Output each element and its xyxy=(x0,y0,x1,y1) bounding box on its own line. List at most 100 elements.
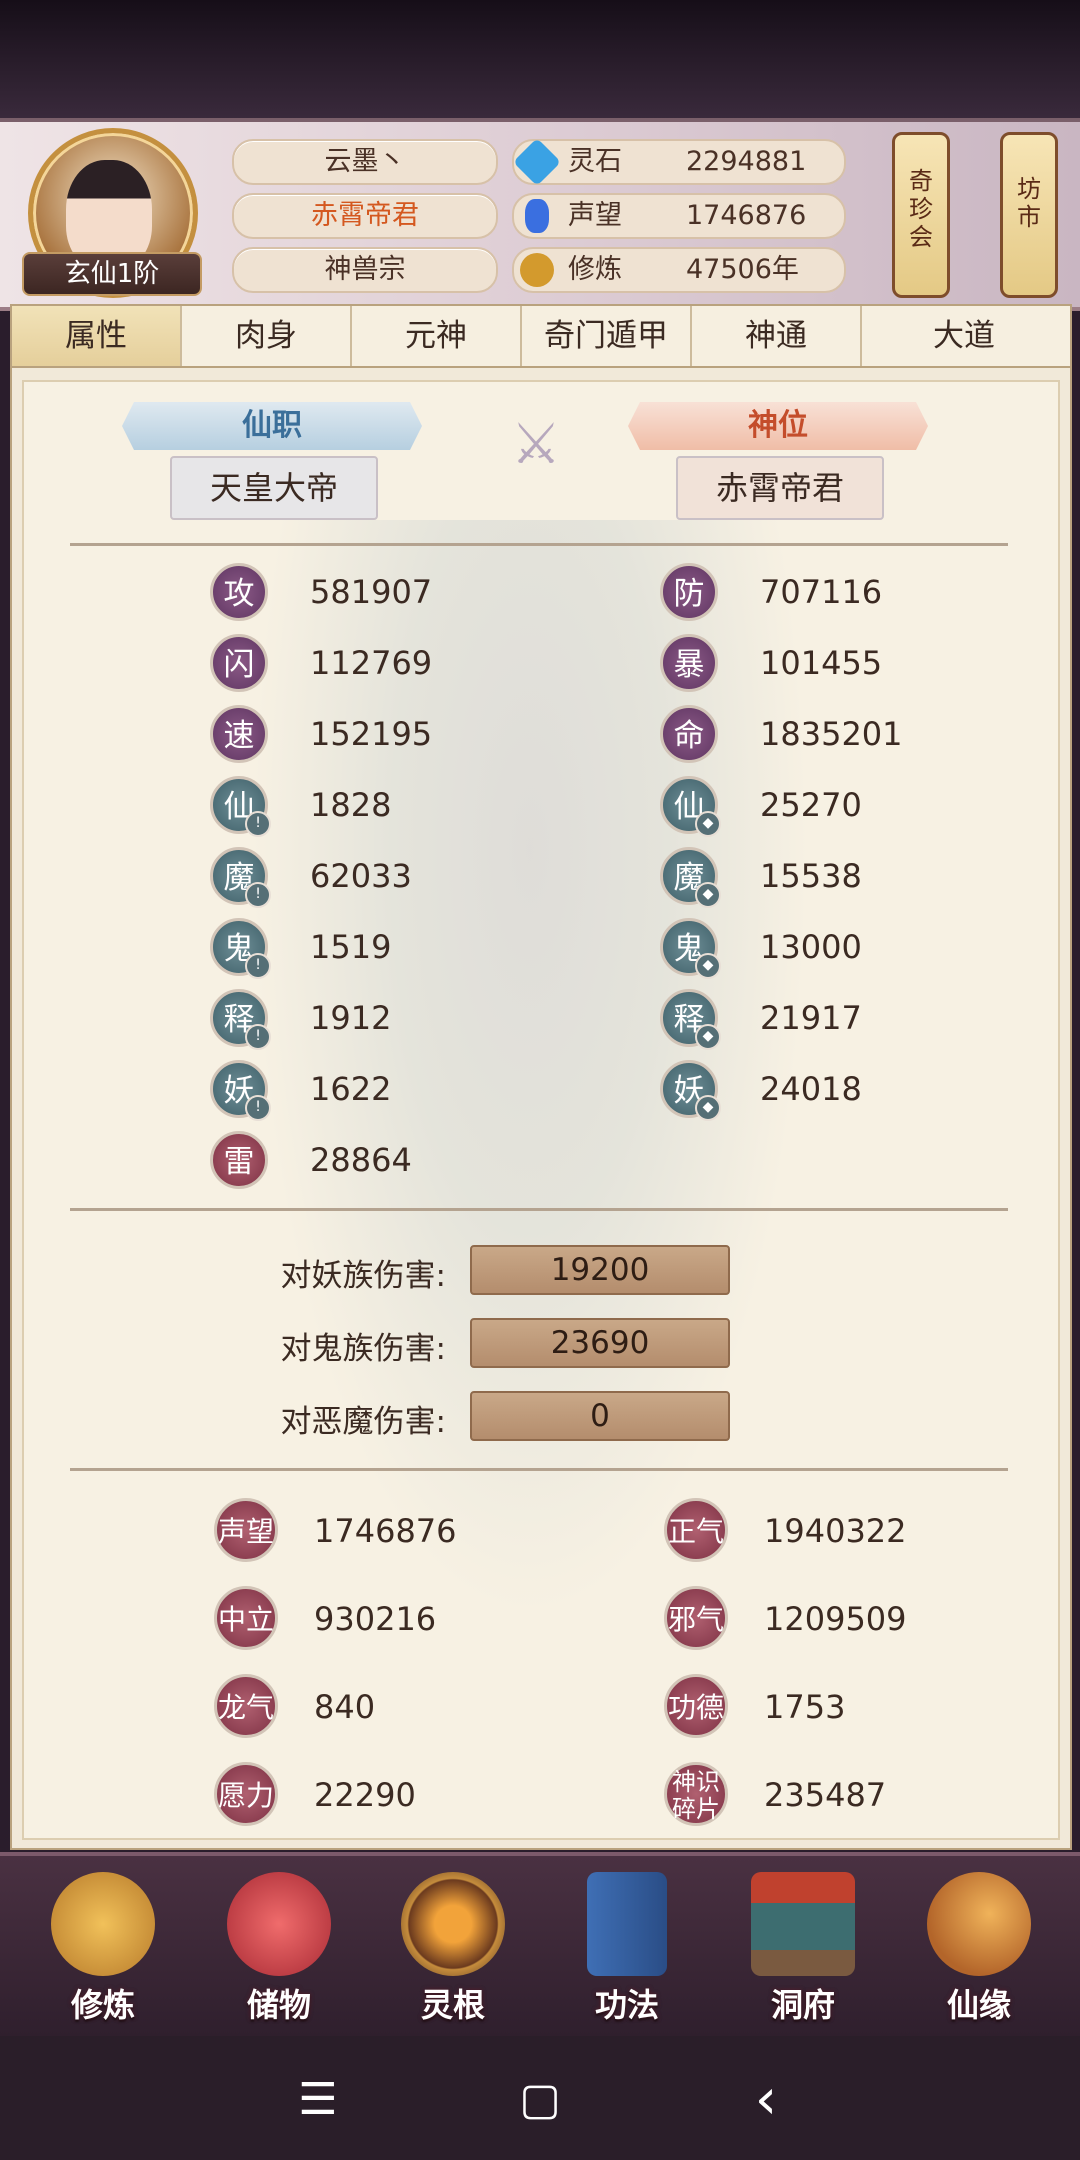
storage-bag-icon xyxy=(227,1872,331,1976)
stat-value: 1622 xyxy=(310,1070,392,1108)
tab-soul[interactable]: 元神 xyxy=(352,306,522,366)
attack-mark-icon: ! xyxy=(245,953,271,979)
neutral-badge: 中立 xyxy=(214,1586,278,1650)
stat-health-icon: 命 xyxy=(660,705,718,763)
merit-badge: 功德 xyxy=(664,1674,728,1738)
stat-row: 鬼! 1519 xyxy=(210,918,570,979)
stat-value: 21917 xyxy=(760,999,862,1037)
damage-label-ghost: 对鬼族伤害: xyxy=(280,1331,446,1367)
divider xyxy=(70,1468,1008,1471)
player-name: 云墨丶 xyxy=(232,139,498,185)
stat-value: 62033 xyxy=(310,857,412,895)
stat-value: 24018 xyxy=(760,1070,862,1108)
stat-attack-icon: 攻 xyxy=(210,563,268,621)
neutral-value: 930216 xyxy=(314,1600,437,1638)
reputation-badge: 声望 xyxy=(214,1498,278,1562)
damage-value-monster: 19200 xyxy=(470,1245,730,1295)
back-icon[interactable]: ‹ xyxy=(736,2070,796,2130)
stat-speed-icon: 速 xyxy=(210,705,268,763)
spirit-fragment-value: 235487 xyxy=(764,1776,887,1814)
stat-row: 释 ◆ 21917 xyxy=(660,989,1020,1050)
spirit-stone-icon xyxy=(512,137,562,187)
stat-row: 暴 101455 xyxy=(660,634,1020,692)
nav-cultivate[interactable]: 修炼 xyxy=(28,1872,178,2032)
crossed-swords-icon: ⚔ xyxy=(510,412,562,477)
reputation-row: 邪气 1209509 xyxy=(664,1586,1024,1652)
nav-storage[interactable]: 储物 xyxy=(204,1872,354,2032)
nav-label: 洞府 xyxy=(770,1986,835,2024)
wish-power-badge: 愿力 xyxy=(214,1762,278,1826)
scripture-book-icon xyxy=(587,1872,667,1976)
reputation-row: 中立 930216 xyxy=(214,1586,574,1652)
reputation-value: 1746876 xyxy=(314,1512,457,1550)
resource-reputation: 声望 1746876 xyxy=(512,193,846,239)
gourd-icon xyxy=(927,1872,1031,1976)
stat-value: 15538 xyxy=(760,857,862,895)
shield-icon: ◆ xyxy=(695,1024,721,1050)
player-sect: 神兽宗 xyxy=(232,247,498,293)
resource-value: 1746876 xyxy=(686,200,807,231)
wish-power-value: 22290 xyxy=(314,1776,416,1814)
status-bar xyxy=(0,0,1080,120)
nav-spirit-root[interactable]: 灵根 xyxy=(378,1872,528,2032)
attack-mark-icon: ! xyxy=(245,882,271,908)
stat-ghost-attack-icon: 鬼! xyxy=(210,918,271,979)
shenwei-value: 赤霄帝君 xyxy=(676,456,884,520)
damage-value-ghost: 23690 xyxy=(470,1318,730,1368)
rank-badge: 玄仙1阶 xyxy=(22,252,202,296)
reputation-row: 正气 1940322 xyxy=(664,1498,1024,1564)
dragon-qi-badge: 龙气 xyxy=(214,1674,278,1738)
stat-row: 鬼 ◆ 13000 xyxy=(660,918,1020,979)
cave-residence-icon xyxy=(751,1872,855,1976)
stat-demon-attack-icon: 魔! xyxy=(210,847,271,908)
stat-row: 妖 ◆ 24018 xyxy=(660,1060,1020,1121)
merit-value: 1753 xyxy=(764,1688,846,1726)
shield-icon: ◆ xyxy=(695,953,721,979)
reputation-row: 龙气 840 xyxy=(214,1674,574,1740)
treasure-pavilion-button[interactable]: 奇 珍 会 xyxy=(892,132,950,298)
shield-icon: ◆ xyxy=(695,882,721,908)
stat-value: 581907 xyxy=(310,573,433,611)
home-icon[interactable]: ▢ xyxy=(510,2070,570,2130)
tab-body[interactable]: 肉身 xyxy=(182,306,352,366)
nav-fate[interactable]: 仙缘 xyxy=(904,1872,1054,2032)
tab-divine-powers[interactable]: 神通 xyxy=(692,306,862,366)
stat-row: 攻 581907 xyxy=(210,563,570,621)
stat-value: 1835201 xyxy=(760,715,903,753)
tab-great-dao[interactable]: 大道 xyxy=(862,306,1066,366)
resource-value: 2294881 xyxy=(686,146,807,177)
stat-row: 魔 ◆ 15538 xyxy=(660,847,1020,908)
nav-label: 灵根 xyxy=(420,1986,485,2024)
nav-label: 仙缘 xyxy=(946,1986,1011,2024)
stat-value: 707116 xyxy=(760,573,883,611)
nav-techniques[interactable]: 功法 xyxy=(552,1872,702,2032)
shield-icon: ◆ xyxy=(695,1095,721,1121)
menu-icon[interactable]: ☰ xyxy=(288,2070,348,2130)
stat-monster-defense-icon: 妖 ◆ xyxy=(660,1060,721,1121)
scroll-char: 珍 xyxy=(909,195,933,223)
attack-mark-icon: ! xyxy=(245,1095,271,1121)
resource-spirit-stone: 灵石 2294881 xyxy=(512,137,846,187)
market-button[interactable]: 坊 市 xyxy=(1000,132,1058,298)
stat-crit-icon: 暴 xyxy=(660,634,718,692)
shenwei-banner: 神位 xyxy=(628,402,928,450)
reputation-row: 神识碎片 235487 xyxy=(664,1762,1024,1828)
stat-row: 雷 28864 xyxy=(210,1131,570,1189)
righteous-badge: 正气 xyxy=(664,1498,728,1562)
tab-qimen[interactable]: 奇门遁甲 xyxy=(522,306,692,366)
resource-value: 47506年 xyxy=(686,254,799,285)
resource-label: 灵石 xyxy=(568,146,622,177)
stat-value: 25270 xyxy=(760,786,862,824)
reputation-crystal-icon xyxy=(525,199,549,233)
tab-attributes[interactable]: 属性 xyxy=(12,306,182,366)
resource-label: 修炼 xyxy=(568,254,622,285)
spirit-fragment-badge: 神识碎片 xyxy=(664,1762,728,1826)
stat-value: 1828 xyxy=(310,786,392,824)
resource-cultivation: 修炼 47506年 xyxy=(512,247,846,293)
reputation-row: 愿力 22290 xyxy=(214,1762,574,1828)
stat-row: 仙! 1828 xyxy=(210,776,570,837)
stat-row: 闪 112769 xyxy=(210,634,570,692)
damage-label-monster: 对妖族伤害: xyxy=(280,1258,446,1294)
nav-label: 功法 xyxy=(594,1986,659,2024)
nav-cave[interactable]: 洞府 xyxy=(728,1872,878,2032)
